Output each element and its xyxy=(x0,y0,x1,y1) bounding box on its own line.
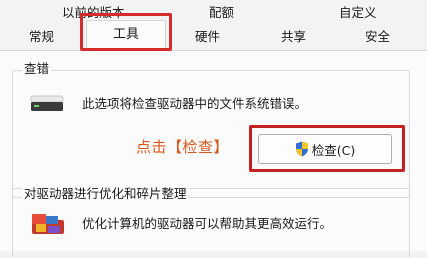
tab-sharing[interactable]: 共享 xyxy=(281,26,306,48)
tab-quota[interactable]: 配额 xyxy=(209,2,234,24)
uac-shield-icon xyxy=(295,141,308,157)
tab-hardware[interactable]: 硬件 xyxy=(195,26,220,48)
tab-security[interactable]: 安全 xyxy=(365,26,390,48)
check-button[interactable]: 检查(C) xyxy=(258,134,392,164)
tab-row-bottom: 常规 硬件 共享 安全 xyxy=(0,26,427,48)
tab-general[interactable]: 常规 xyxy=(29,26,54,48)
tab-row-top: 以前的版本 配额 自定义 xyxy=(0,2,427,24)
defrag-icon xyxy=(32,214,64,234)
drive-icon xyxy=(30,95,64,111)
optimize-title: 对驱动器进行优化和碎片整理 xyxy=(22,186,189,202)
error-checking-description: 此选项将检查驱动器中的文件系统错误。 xyxy=(82,96,308,111)
tab-customize[interactable]: 自定义 xyxy=(339,2,377,24)
instruction-annotation: 点击【检查】 xyxy=(136,138,230,156)
optimize-description: 优化计算机的驱动器可以帮助其更高效运行。 xyxy=(82,216,333,231)
tab-tools-label: 工具 xyxy=(112,27,139,42)
check-button-label: 检查(C) xyxy=(311,142,356,158)
error-checking-title: 查错 xyxy=(22,61,52,77)
tab-tools[interactable]: 工具 xyxy=(86,20,166,50)
